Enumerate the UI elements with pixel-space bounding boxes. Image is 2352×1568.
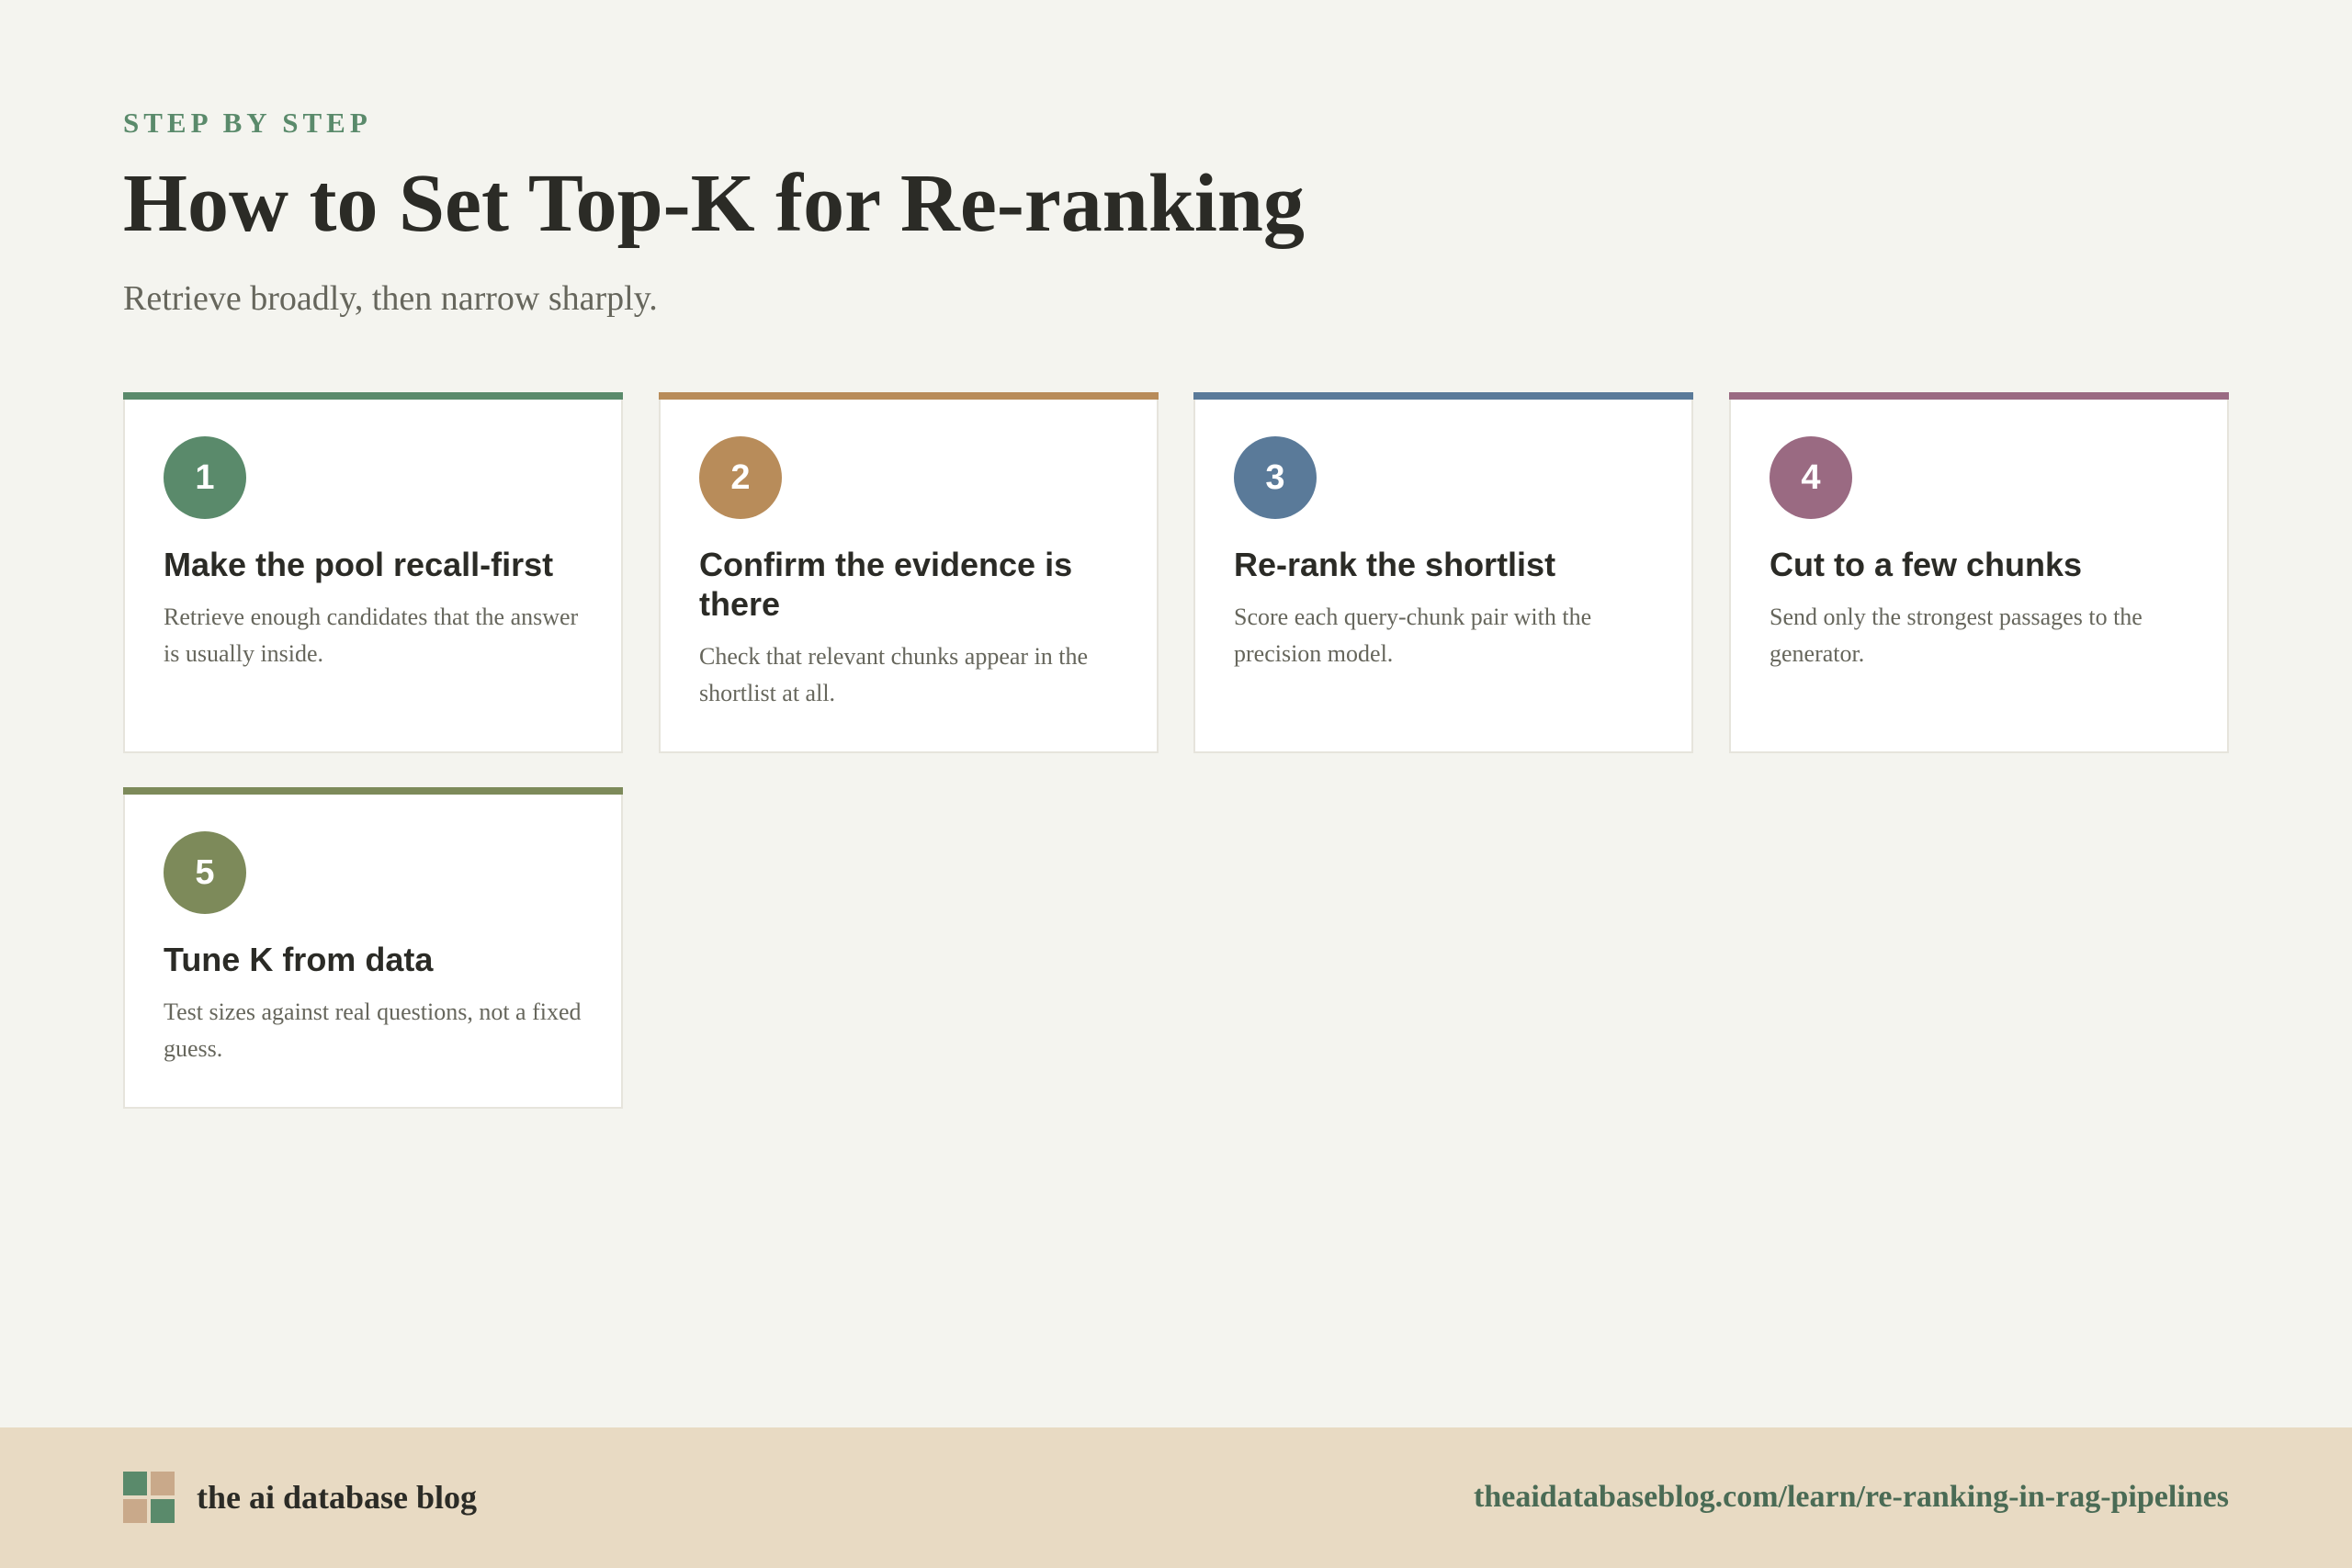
step-title: Make the pool recall-first bbox=[164, 546, 554, 583]
step-description: Test sizes against real questions, not a… bbox=[164, 998, 582, 1062]
footer-url-link[interactable]: theaidatabaseblog.com/learn/re-ranking-i… bbox=[1474, 1475, 2229, 1519]
step-title: Re-rank the shortlist bbox=[1234, 546, 1556, 583]
page-title: How to Set Top-K for Re-ranking bbox=[123, 158, 1305, 249]
step-number-badge: 5 bbox=[164, 831, 246, 914]
card-accent-bar bbox=[1193, 392, 1693, 400]
step-title: Tune K from data bbox=[164, 941, 434, 978]
page-subtitle: Retrieve broadly, then narrow sharply. bbox=[123, 279, 658, 318]
logo-square bbox=[151, 1499, 175, 1523]
step-title: Confirm the evidence is there bbox=[699, 546, 1073, 623]
card-accent-bar bbox=[123, 787, 623, 795]
step-card-5: 5 Tune K from data Test sizes against re… bbox=[123, 787, 623, 1109]
step-description: Send only the strongest passages to the … bbox=[1770, 604, 2143, 667]
logo-square bbox=[151, 1472, 175, 1495]
footer: the ai database blog theaidatabaseblog.c… bbox=[0, 1427, 2352, 1568]
brand-name: the ai database blog bbox=[197, 1479, 478, 1516]
step-number-badge: 2 bbox=[699, 436, 782, 519]
logo-icon bbox=[123, 1472, 175, 1523]
card-accent-bar bbox=[123, 392, 623, 400]
step-title: Cut to a few chunks bbox=[1770, 546, 2083, 583]
step-number-badge: 1 bbox=[164, 436, 246, 519]
step-card-4: 4 Cut to a few chunks Send only the stro… bbox=[1729, 392, 2229, 753]
step-description: Check that relevant chunks appear in the… bbox=[699, 643, 1089, 706]
step-card-1: 1 Make the pool recall-first Retrieve en… bbox=[123, 392, 623, 753]
eyebrow-label: STEP BY STEP bbox=[123, 107, 372, 139]
card-accent-bar bbox=[1729, 392, 2229, 400]
step-description: Retrieve enough candidates that the answ… bbox=[164, 604, 579, 667]
step-card-2: 2 Confirm the evidence is there Check th… bbox=[659, 392, 1159, 753]
step-card-3: 3 Re-rank the shortlist Score each query… bbox=[1193, 392, 1693, 753]
step-number-badge: 3 bbox=[1234, 436, 1317, 519]
step-number-badge: 4 bbox=[1770, 436, 1852, 519]
logo-square bbox=[123, 1472, 147, 1495]
logo-square bbox=[123, 1499, 147, 1523]
card-accent-bar bbox=[659, 392, 1159, 400]
step-description: Score each query-chunk pair with the pre… bbox=[1234, 604, 1592, 667]
